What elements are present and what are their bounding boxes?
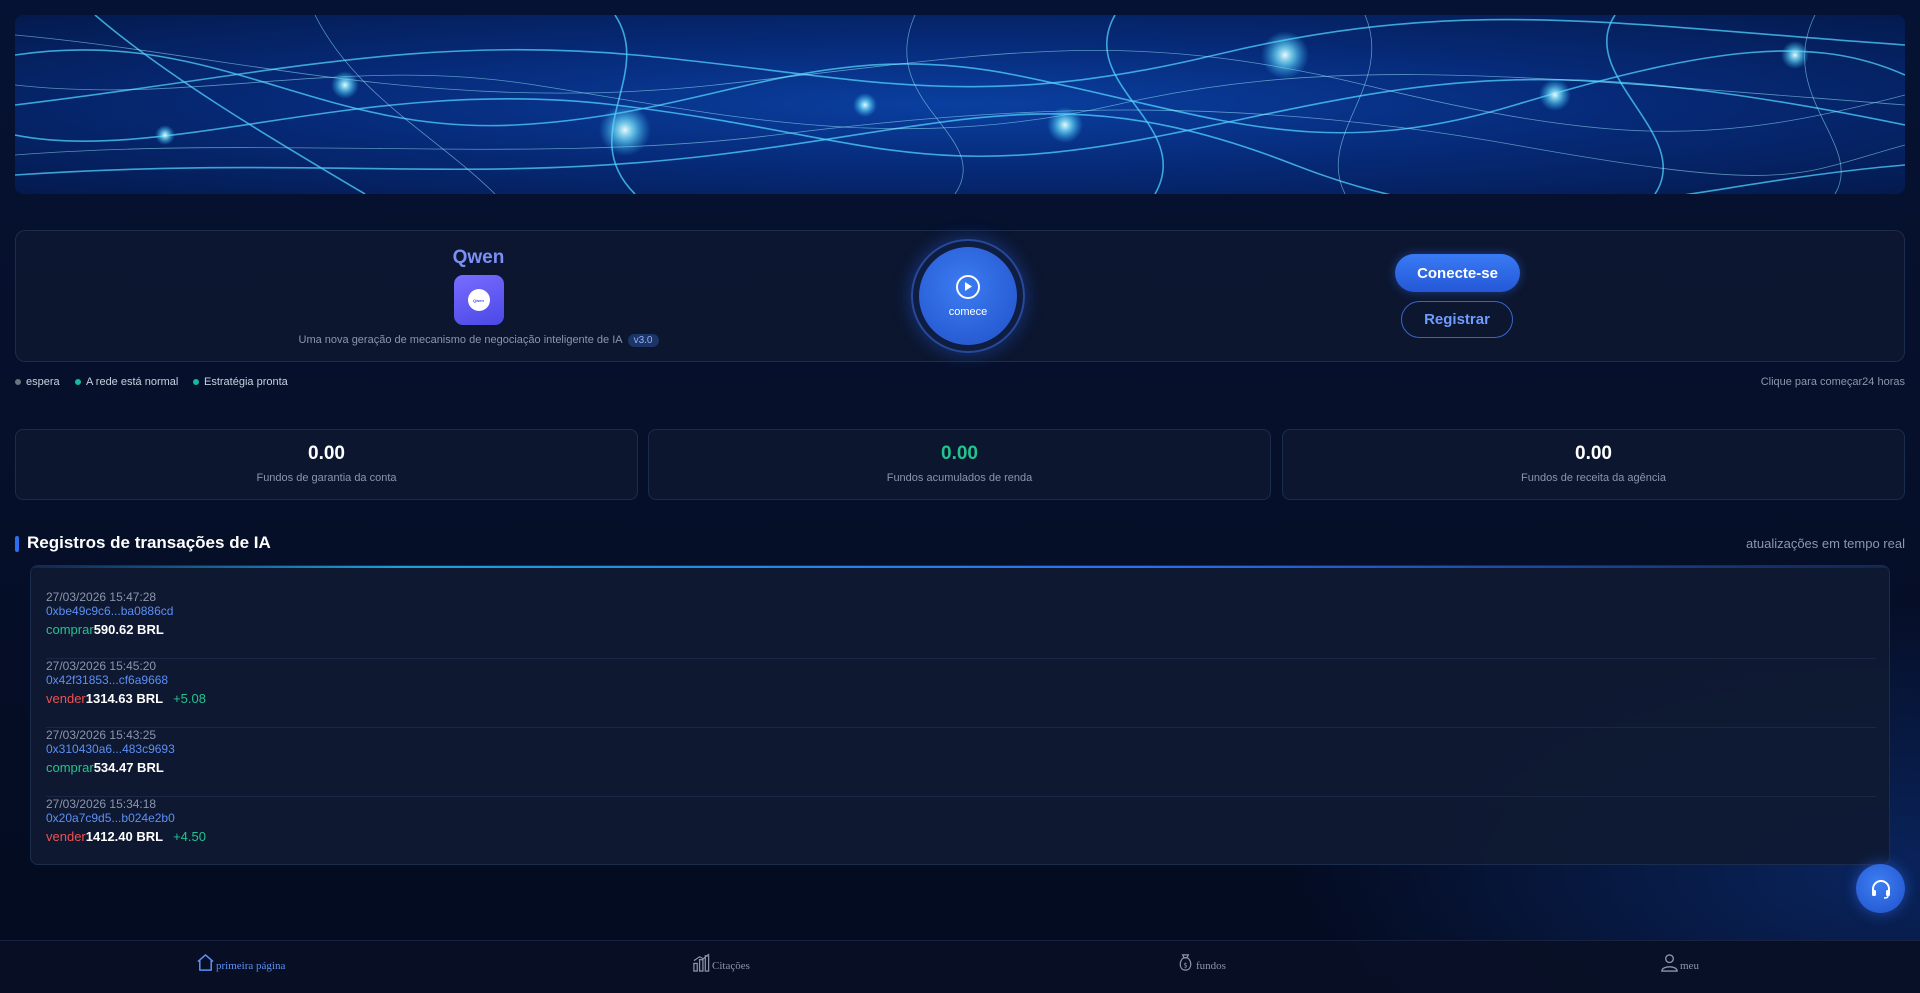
record-profit: +5.08: [173, 691, 206, 706]
brand-block: Qwen Qwen Uma nova geração de mecanismo …: [286, 247, 671, 347]
chart-bars-icon: [693, 953, 710, 972]
transaction-list: 27/03/2026 15:47:28 0xbe49c9c6...ba0886c…: [30, 565, 1890, 865]
list-item[interactable]: 27/03/2026 15:43:25 0x310430a6...483c969…: [46, 728, 1876, 797]
record-side: vender: [46, 829, 86, 844]
brand-logo-mark: Qwen: [467, 289, 490, 311]
stat-card-income: 0.00 Fundos acumulados de renda: [648, 429, 1271, 500]
play-icon: [956, 274, 980, 299]
status-item-strategy: Estratégia pronta: [193, 376, 288, 388]
stat-card-guarantee: 0.00 Fundos de garantia da conta: [15, 429, 638, 500]
start-button-label: comece: [948, 305, 988, 318]
control-panel: Qwen Qwen Uma nova geração de mecanismo …: [15, 230, 1905, 362]
section-accent-bar: [15, 536, 19, 552]
nav-item-quotes[interactable]: Citações: [692, 953, 750, 972]
stat-label: Fundos acumulados de renda: [886, 472, 1033, 484]
stat-value: 0.00: [308, 443, 345, 464]
record-side: vender: [46, 691, 86, 706]
status-dot: [75, 379, 81, 385]
status-dot: [193, 379, 199, 385]
home-icon: [197, 954, 214, 971]
status-dot: [15, 379, 21, 385]
brand-name: Qwen: [452, 247, 505, 268]
record-amount: 534.47 BRL: [93, 760, 164, 775]
stat-value: 0.00: [941, 443, 978, 464]
status-label: espera: [26, 376, 60, 388]
nav-label: primeira página: [216, 960, 286, 972]
record-side: comprar: [46, 760, 94, 775]
list-item[interactable]: 27/03/2026 15:34:18 0x20a7c9d5...b024e2b…: [46, 797, 1876, 864]
record-detail: comprar534.47 BRL: [46, 760, 164, 775]
nav-item-profile[interactable]: meu: [1660, 953, 1699, 972]
status-hint: Clique para começar24 horas: [1760, 376, 1905, 388]
connect-button[interactable]: Conecte-se: [1395, 254, 1520, 292]
record-hash[interactable]: 0x20a7c9d5...b024e2b0: [46, 811, 175, 825]
status-label: A rede está normal: [86, 376, 179, 388]
start-button[interactable]: comece: [911, 239, 1025, 353]
record-hash[interactable]: 0x310430a6...483c9693: [46, 742, 175, 756]
nav-label: meu: [1680, 960, 1699, 972]
nav-item-home[interactable]: primeira página: [196, 953, 285, 972]
brand-subtitle-text: Uma nova geração de mecanismo de negocia…: [298, 334, 623, 346]
svg-text:$: $: [1183, 961, 1187, 969]
status-item-waiting: espera: [15, 376, 60, 388]
support-button[interactable]: [1856, 864, 1905, 913]
status-row: espera A rede está normal Estratégia pro…: [15, 376, 1905, 390]
realtime-label: atualizações em tempo real: [1746, 536, 1905, 551]
record-detail: vender1412.40 BRL +4.50: [46, 829, 206, 844]
record-hash[interactable]: 0x42f31853...cf6a9668: [46, 673, 168, 687]
record-detail: comprar590.62 BRL: [46, 622, 164, 637]
list-item[interactable]: 27/03/2026 15:47:28 0xbe49c9c6...ba0886c…: [46, 590, 1876, 659]
record-hash[interactable]: 0xbe49c9c6...ba0886cd: [46, 604, 173, 618]
version-badge: v3.0: [627, 334, 659, 347]
headset-icon: [1871, 879, 1890, 899]
list-top-glow: [31, 566, 1889, 568]
record-amount: 590.62 BRL: [93, 622, 164, 637]
start-button-core[interactable]: comece: [919, 247, 1017, 345]
nav-item-funds[interactable]: $ fundos: [1176, 953, 1226, 972]
stat-label: Fundos de receita da agência: [1521, 472, 1666, 484]
nav-label: Citações: [712, 960, 750, 972]
stat-value: 0.00: [1575, 443, 1612, 464]
brand-subtitle: Uma nova geração de mecanismo de negocia…: [286, 334, 671, 347]
brand-logo: Qwen: [453, 275, 504, 325]
status-label: Estratégia pronta: [204, 376, 288, 388]
record-amount: 1314.63 BRL: [85, 691, 164, 706]
record-time: 27/03/2026 15:45:20: [46, 659, 157, 673]
bottom-nav: primeira página Citações $ fundos meu: [0, 940, 1920, 993]
section-title: Registros de transações de IA: [27, 533, 271, 552]
nav-label: fundos: [1196, 960, 1226, 972]
record-profit: +4.50: [173, 829, 206, 844]
register-button[interactable]: Registrar: [1401, 301, 1513, 338]
stat-card-agency: 0.00 Fundos de receita da agência: [1282, 429, 1905, 500]
record-side: comprar: [46, 622, 94, 637]
stat-label: Fundos de garantia da conta: [256, 472, 397, 484]
user-icon: [1661, 954, 1678, 972]
record-time: 27/03/2026 15:47:28: [46, 590, 157, 604]
list-item[interactable]: 27/03/2026 15:45:20 0x42f31853...cf6a966…: [46, 659, 1876, 728]
status-item-network: A rede está normal: [75, 376, 178, 388]
record-detail: vender1314.63 BRL +5.08: [46, 691, 206, 706]
hero-banner: [15, 15, 1905, 194]
neural-network-image: [15, 15, 1905, 194]
record-time: 27/03/2026 15:43:25: [46, 728, 157, 742]
record-amount: 1412.40 BRL: [85, 829, 164, 844]
record-time: 27/03/2026 15:34:18: [46, 797, 157, 811]
money-bag-icon: $: [1179, 954, 1192, 971]
